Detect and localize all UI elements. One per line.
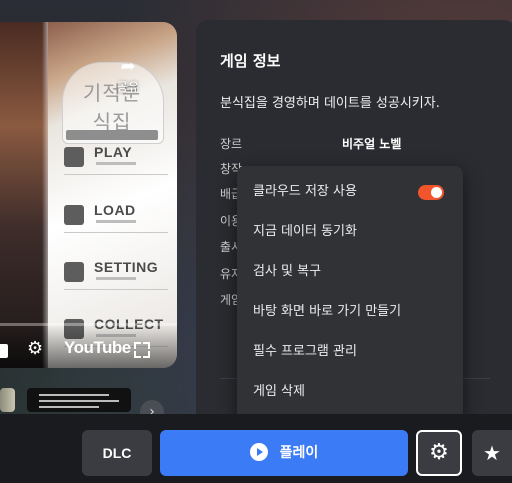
floppy-icon <box>64 205 84 225</box>
menu-item-label: 바탕 화면 바로 가기 만들기 <box>253 304 402 319</box>
info-title: 게임 정보 <box>220 52 281 70</box>
info-description: 분식집을 경영하며 데이트를 성공시키자. <box>220 96 440 111</box>
menu-item-desktop-shortcut[interactable]: 바탕 화면 바로 가기 만들기 <box>237 292 463 332</box>
menu-item-label: 게임 삭제 <box>253 384 305 399</box>
subtitles-icon[interactable] <box>0 344 8 358</box>
cloud-save-toggle[interactable] <box>418 185 444 200</box>
game-settings-button[interactable]: ⚙ <box>416 430 462 476</box>
menu-item-manage-prerequisites[interactable]: 필수 프로그램 관리 <box>237 332 463 372</box>
video-menu-load: LOAD <box>64 202 168 233</box>
info-row-value: 비주얼 노벨 <box>342 137 402 151</box>
video-menu-label: PLAY <box>94 144 133 160</box>
play-button-label: 플레이 <box>279 445 319 461</box>
play-button[interactable]: 플레이 <box>160 430 408 476</box>
share-label: 공유 <box>116 80 140 94</box>
share-button[interactable]: ➦ 공유 <box>113 58 143 95</box>
star-icon: ★ <box>483 441 501 465</box>
dlc-button[interactable]: DLC <box>82 430 152 476</box>
fullscreen-icon[interactable] <box>134 342 150 358</box>
game-logo-subtitle-bar <box>66 130 158 140</box>
youtube-logo[interactable]: YouTube <box>64 338 131 358</box>
menu-item-label: 필수 프로그램 관리 <box>253 344 357 359</box>
menu-item-label: 지금 데이터 동기화 <box>253 224 357 239</box>
book-icon <box>64 147 84 167</box>
video-menu-label: SETTING <box>94 259 159 275</box>
video-menu-label: LOAD <box>94 202 136 218</box>
video-menu-subtext <box>96 220 136 223</box>
video-menu-setting: SETTING <box>64 259 168 290</box>
video-progress-bar[interactable] <box>0 323 177 326</box>
menu-item-cloud-save[interactable]: 클라우드 저장 사용 <box>237 172 463 212</box>
favorite-button[interactable]: ★ <box>472 430 512 476</box>
video-preview[interactable]: 기적분식집 PLAY LOAD SETTING COLLECT ➦ 공유 ⚙ Y… <box>0 22 177 368</box>
media-thumbnail[interactable] <box>0 388 15 412</box>
video-settings-gear-icon[interactable]: ⚙ <box>27 340 43 358</box>
menu-item-sync-now[interactable]: 지금 데이터 동기화 <box>237 212 463 252</box>
media-thumbnail[interactable] <box>27 388 131 412</box>
gear-icon: ⚙ <box>429 440 449 465</box>
menu-item-label: 검사 및 복구 <box>253 264 322 279</box>
toggle-knob <box>431 187 442 198</box>
video-menu-play: PLAY <box>64 144 168 175</box>
play-icon <box>249 442 268 461</box>
menu-item-uninstall[interactable]: 게임 삭제 <box>237 372 463 412</box>
wrench-icon <box>64 262 84 282</box>
menu-item-label: 클라우드 저장 사용 <box>253 184 357 199</box>
menu-item-verify-repair[interactable]: 검사 및 복구 <box>237 252 463 292</box>
video-artwork-strip <box>0 22 48 368</box>
info-row-key: 장르 <box>220 137 243 151</box>
video-menu-subtext <box>96 162 136 165</box>
settings-context-menu: 클라우드 저장 사용 지금 데이터 동기화 검사 및 복구 바탕 화면 바로 가… <box>237 166 463 420</box>
share-arrow-icon: ➦ <box>120 56 136 77</box>
video-menu-subtext <box>96 277 136 280</box>
